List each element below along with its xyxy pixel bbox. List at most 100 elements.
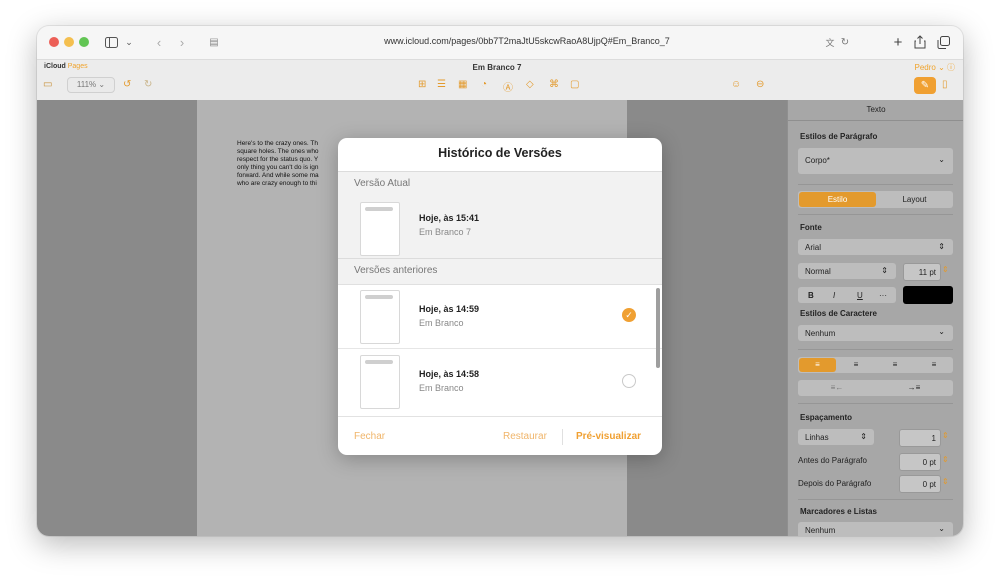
reload-icon[interactable]: ↻ — [839, 33, 851, 51]
media-icon[interactable]: ⌘ — [549, 79, 559, 90]
spacing-stepper[interactable]: ⇕ — [942, 431, 949, 440]
chart-icon[interactable]: ◔ — [481, 79, 487, 90]
spacing-value-field[interactable]: 1 — [899, 429, 941, 447]
bold-button[interactable]: B — [808, 291, 814, 300]
pages-toolbar: iCloud Pages Em Branco 7 Pedro ⌄ ⓘ ▭ 111… — [37, 59, 963, 101]
view-sidebar-icon[interactable]: ▭ — [43, 79, 52, 90]
selected-check-icon[interactable]: ✓ — [622, 308, 636, 322]
chevron-down-icon: ⌄ — [938, 327, 945, 336]
zoom-select[interactable]: 111% ⌄ — [67, 77, 115, 93]
insert-icon[interactable]: ⊞ — [418, 79, 426, 90]
character-style-select[interactable]: Nenhum ⌄ — [798, 325, 953, 341]
back-arrow-icon[interactable]: ‹ — [152, 33, 166, 51]
decrease-indent-icon[interactable]: ≡← — [799, 381, 875, 395]
spacing-type-select[interactable]: Linhas ⇕ — [798, 429, 874, 445]
chevron-down-icon[interactable]: ⌄ — [124, 33, 134, 51]
previous-version-row[interactable]: Hoje, às 14:58 Em Branco — [338, 349, 662, 413]
after-paragraph-stepper[interactable]: ⇕ — [942, 477, 949, 486]
chevron-down-icon: ⌄ — [938, 524, 945, 533]
text-box-icon[interactable]: Ⓐ — [503, 79, 513, 94]
version-subtitle: Em Branco — [419, 383, 464, 393]
font-size-field[interactable]: 11 pt — [903, 263, 941, 281]
increase-indent-icon[interactable]: →≡ — [876, 381, 952, 395]
unselected-radio-icon[interactable] — [622, 374, 636, 388]
inspector-tab-title[interactable]: Texto — [788, 105, 963, 114]
translate-icon[interactable]: 文 — [823, 33, 837, 51]
forward-arrow-icon[interactable]: › — [175, 33, 189, 51]
bullets-lists-label: Marcadores e Listas — [800, 507, 877, 516]
collaborate-icon[interactable]: ☺ — [731, 79, 741, 90]
more-text-options-button[interactable]: ··· — [879, 291, 887, 300]
table-icon[interactable]: ▦ — [458, 79, 467, 90]
align-justify-icon[interactable]: ≡ — [915, 358, 953, 372]
version-title: Hoje, às 15:41 — [419, 213, 480, 223]
divider — [798, 499, 953, 500]
tab-style[interactable]: Estilo — [799, 192, 876, 207]
indent-buttons: ≡← →≡ — [798, 380, 953, 396]
sidebar-icon[interactable] — [104, 33, 118, 51]
before-paragraph-label: Antes do Parágrafo — [798, 456, 867, 465]
before-paragraph-field[interactable]: 0 pt — [899, 453, 941, 471]
reader-icon[interactable]: ▤ — [207, 33, 221, 51]
text-color-swatch[interactable] — [903, 286, 953, 304]
previous-versions-header: Versões anteriores — [338, 258, 662, 285]
text-format-buttons: B I U ··· — [798, 287, 896, 303]
version-title: Hoje, às 14:59 — [419, 304, 480, 314]
after-paragraph-label: Depois do Parágrafo — [798, 479, 872, 488]
divider — [798, 403, 953, 404]
preview-button[interactable]: Pré-visualizar — [576, 431, 641, 442]
version-subtitle: Em Branco — [419, 318, 464, 328]
version-thumbnail — [360, 202, 400, 256]
dialog-footer: Fechar Restaurar Pré-visualizar — [338, 416, 662, 455]
updown-icon: ⇕ — [860, 432, 867, 441]
tab-layout[interactable]: Layout — [876, 192, 953, 207]
font-weight-select[interactable]: Normal ⇕ — [798, 263, 896, 279]
redo-icon[interactable]: ↻ — [144, 79, 152, 90]
divider — [788, 120, 963, 121]
new-tab-icon[interactable]: + — [891, 33, 905, 51]
restore-button[interactable]: Restaurar — [503, 431, 547, 442]
dialog-scrollbar[interactable] — [656, 288, 660, 368]
list-icon[interactable]: ☰ — [437, 79, 446, 90]
align-right-icon[interactable]: ≡ — [876, 358, 914, 372]
style-layout-segmented: Estilo Layout — [798, 191, 953, 208]
font-size-stepper[interactable]: ⇕ — [942, 265, 949, 274]
address-bar[interactable]: www.icloud.com/pages/0bb7T2maJtU5skcwRao… — [337, 36, 717, 46]
align-left-icon[interactable]: ≡ — [799, 358, 836, 372]
undo-icon[interactable]: ↺ — [123, 79, 131, 90]
paragraph-style-select[interactable]: Corpo* ⌄ — [798, 148, 953, 174]
comment-icon[interactable]: ▢ — [570, 79, 579, 90]
before-paragraph-stepper[interactable]: ⇕ — [942, 455, 949, 464]
version-thumbnail — [360, 290, 400, 344]
close-button[interactable]: Fechar — [354, 431, 385, 442]
after-paragraph-field[interactable]: 0 pt — [899, 475, 941, 493]
divider — [798, 184, 953, 185]
user-menu[interactable]: Pedro ⌄ ⓘ — [914, 62, 955, 73]
version-subtitle: Em Branco 7 — [419, 227, 472, 237]
minimize-window-button[interactable] — [64, 37, 74, 47]
format-brush-icon[interactable]: ✎ — [914, 77, 936, 94]
current-version-row[interactable]: Hoje, às 15:41 Em Branco 7 — [338, 196, 662, 260]
chevron-down-icon: ⌄ — [938, 155, 945, 164]
more-options-icon[interactable]: ⊖ — [756, 79, 764, 90]
shape-icon[interactable]: ◇ — [526, 79, 534, 90]
version-title: Hoje, às 14:58 — [419, 369, 480, 379]
bullets-select[interactable]: Nenhum ⌄ — [798, 522, 953, 536]
tabs-overview-icon[interactable] — [936, 33, 950, 51]
close-window-button[interactable] — [49, 37, 59, 47]
document-icon[interactable]: ▯ — [942, 79, 948, 90]
align-center-icon[interactable]: ≡ — [837, 358, 875, 372]
share-icon[interactable] — [913, 33, 927, 51]
footer-divider — [562, 429, 563, 445]
updown-icon: ⇕ — [938, 242, 945, 251]
italic-button[interactable]: I — [833, 291, 835, 300]
previous-version-row[interactable]: Hoje, às 14:59 Em Branco ✓ — [338, 284, 662, 349]
version-thumbnail — [360, 355, 400, 409]
icloud-brand: iCloud Pages — [44, 63, 88, 70]
font-family-select[interactable]: Arial ⇕ — [798, 239, 953, 255]
underline-button[interactable]: U — [857, 291, 863, 300]
zoom-window-button[interactable] — [79, 37, 89, 47]
browser-toolbar: ⌄ ‹ › ▤ www.icloud.com/pages/0bb7T2maJtU… — [37, 26, 963, 59]
browser-window: ⌄ ‹ › ▤ www.icloud.com/pages/0bb7T2maJtU… — [37, 26, 963, 536]
document-title[interactable]: Em Branco 7 — [417, 63, 577, 72]
